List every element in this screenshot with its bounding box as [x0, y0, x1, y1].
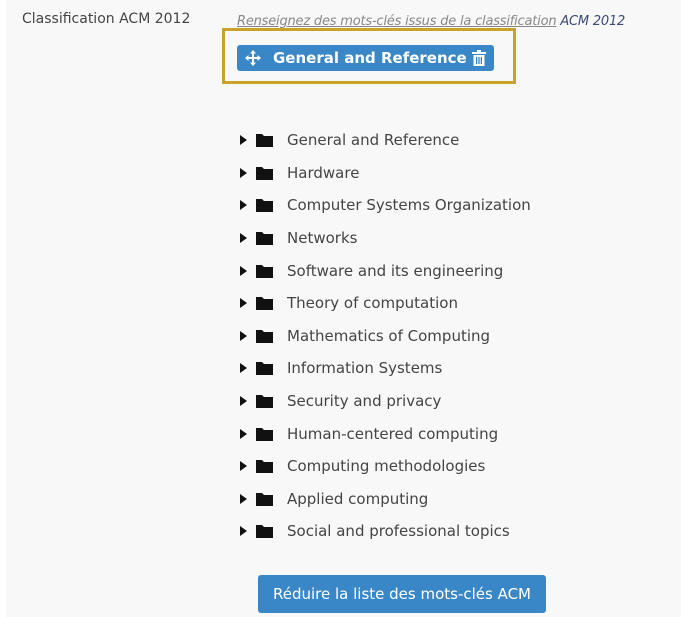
caret-right-icon[interactable] [240, 135, 247, 146]
tree-item-label: Applied computing [287, 489, 429, 508]
tree-item-general-and-reference[interactable]: General and Reference [240, 124, 531, 157]
tree-item-hardware[interactable]: Hardware [240, 157, 531, 190]
trash-icon[interactable] [472, 50, 486, 66]
caret-right-icon[interactable] [240, 461, 247, 472]
folder-icon [256, 232, 273, 246]
tree-item-networks[interactable]: Networks [240, 222, 531, 255]
move-icon[interactable] [245, 50, 261, 66]
tree-item-label: Software and its engineering [287, 261, 504, 280]
folder-icon [256, 460, 273, 474]
tree-item-label: Theory of computation [287, 294, 458, 313]
folder-icon [256, 264, 273, 278]
folder-icon [256, 427, 273, 441]
caret-right-icon[interactable] [240, 493, 247, 504]
tree-item-label: Social and professional topics [287, 522, 510, 541]
tree-item-mathematics-of-computing[interactable]: Mathematics of Computing [240, 320, 531, 353]
tree-item-label: Security and privacy [287, 392, 442, 411]
folder-icon [256, 525, 273, 539]
tree-item-information-systems[interactable]: Information Systems [240, 352, 531, 385]
tree-item-label: Computer Systems Organization [287, 196, 531, 215]
tree-item-applied-computing[interactable]: Applied computing [240, 483, 531, 516]
caret-right-icon[interactable] [240, 298, 247, 309]
folder-icon [256, 166, 273, 180]
field-label: Classification ACM 2012 [22, 11, 191, 27]
tree-item-label: Computing methodologies [287, 457, 486, 476]
tree-item-computing-methodologies[interactable]: Computing methodologies [240, 450, 531, 483]
caret-right-icon[interactable] [240, 167, 247, 178]
tree-item-theory-of-computation[interactable]: Theory of computation [240, 287, 531, 320]
folder-icon [256, 329, 273, 343]
folder-icon [256, 297, 273, 311]
caret-right-icon[interactable] [240, 363, 247, 374]
folder-icon [256, 362, 273, 376]
help-text-prefix: Renseignez des mots-clés issus de la cla… [237, 14, 557, 29]
folder-icon [256, 492, 273, 506]
tree-item-label: Human-centered computing [287, 424, 499, 443]
tree-item-label: Hardware [287, 163, 360, 182]
acm-classification-tree: General and Reference Hardware Computer … [240, 124, 531, 548]
caret-right-icon[interactable] [240, 233, 247, 244]
selected-keyword-label: General and Reference [273, 49, 467, 67]
tree-item-computer-systems-organization[interactable]: Computer Systems Organization [240, 189, 531, 222]
caret-right-icon[interactable] [240, 428, 247, 439]
tree-item-software-and-its-engineering[interactable]: Software and its engineering [240, 254, 531, 287]
caret-right-icon[interactable] [240, 200, 247, 211]
caret-right-icon[interactable] [240, 330, 247, 341]
tree-item-human-centered-computing[interactable]: Human-centered computing [240, 417, 531, 450]
help-text: Renseignez des mots-clés issus de la cla… [237, 14, 625, 29]
tree-item-label: Information Systems [287, 359, 443, 378]
tree-item-label: Mathematics of Computing [287, 326, 491, 345]
folder-icon [256, 134, 273, 148]
caret-right-icon[interactable] [240, 526, 247, 537]
caret-right-icon[interactable] [240, 396, 247, 407]
tree-item-label: Networks [287, 229, 358, 248]
folder-icon [256, 199, 273, 213]
reduce-list-button[interactable]: Réduire la liste des mots-clés ACM [258, 575, 546, 613]
tree-item-label: General and Reference [287, 131, 460, 150]
selected-keyword-tag[interactable]: General and Reference [237, 45, 494, 71]
caret-right-icon[interactable] [240, 265, 247, 276]
acm-link[interactable]: ACM 2012 [560, 14, 625, 29]
tree-item-security-and-privacy[interactable]: Security and privacy [240, 385, 531, 418]
tree-item-social-and-professional-topics[interactable]: Social and professional topics [240, 515, 531, 548]
folder-icon [256, 395, 273, 409]
